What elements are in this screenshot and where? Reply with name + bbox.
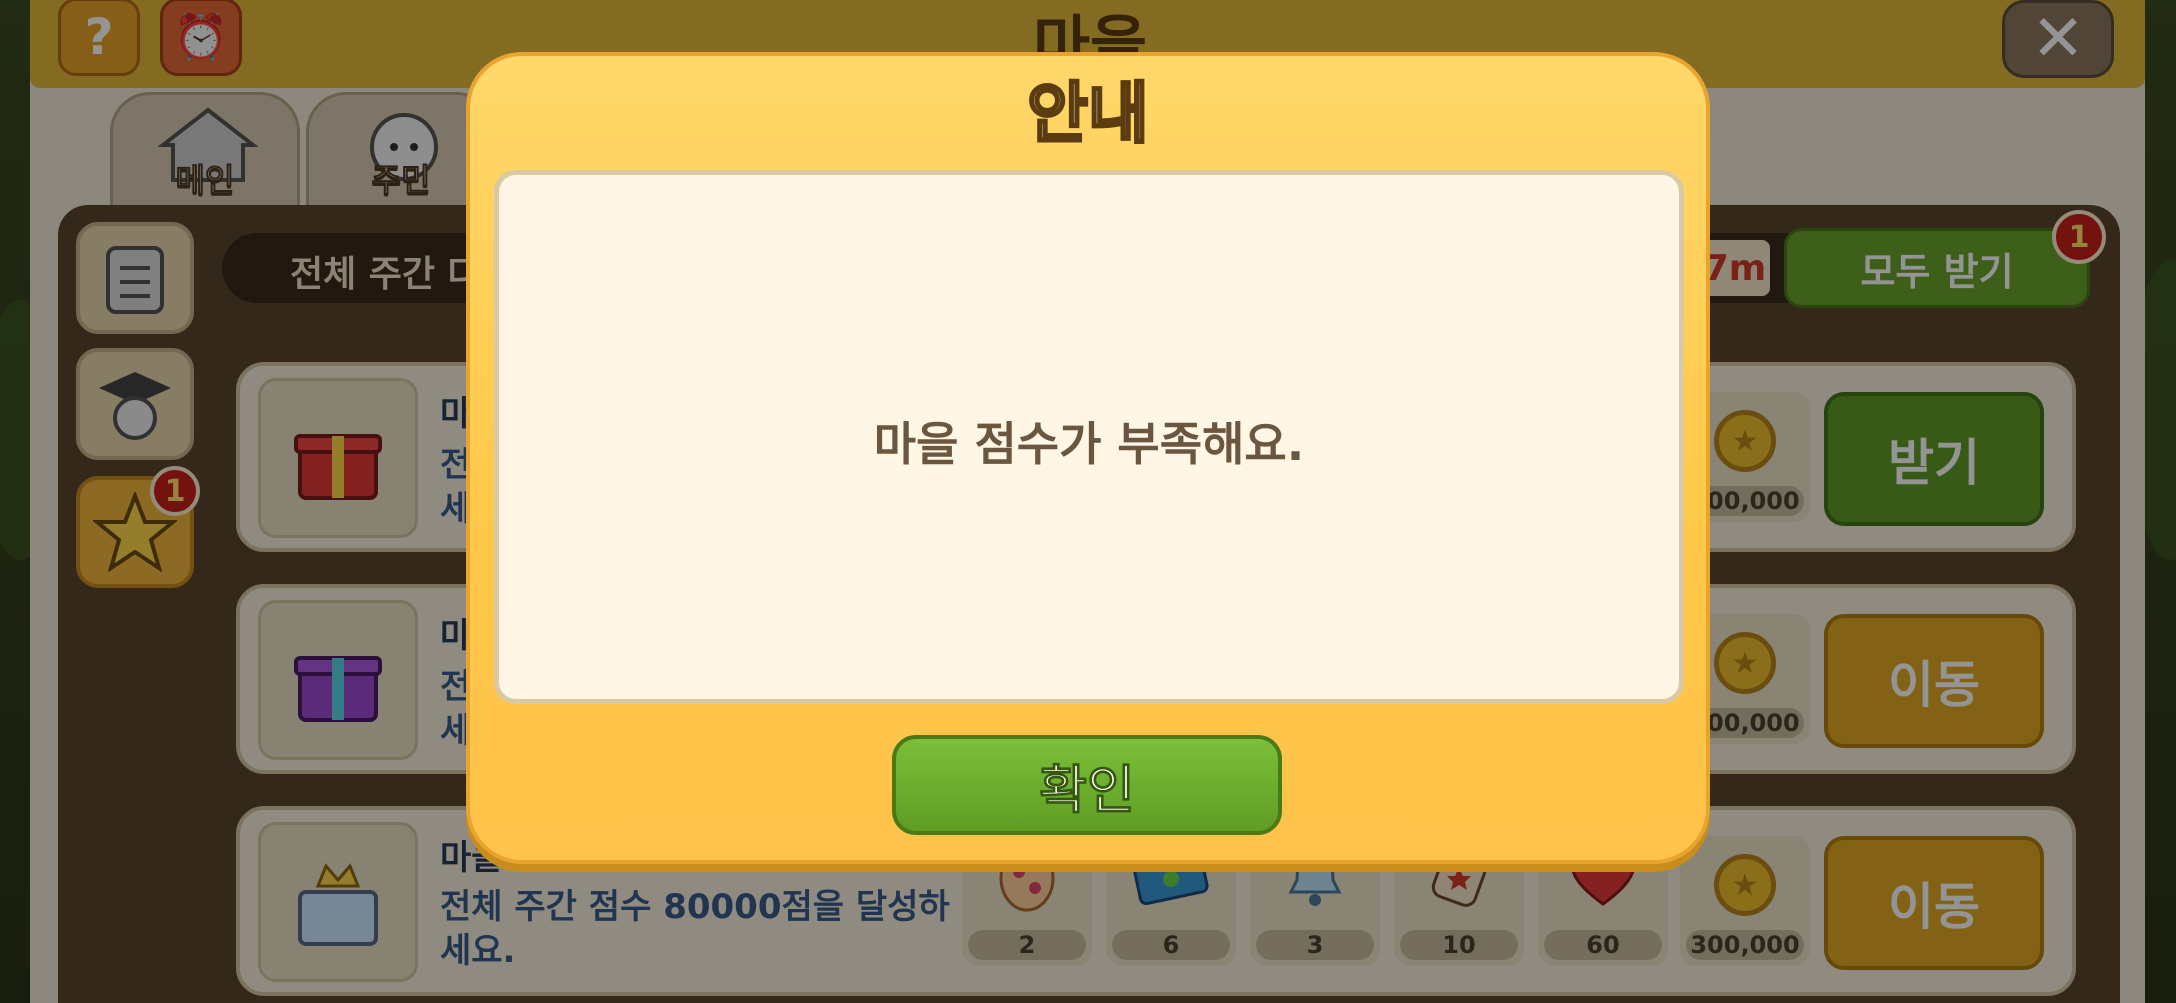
dialog-title: 안내	[1026, 74, 1150, 154]
confirm-button[interactable]: 확인	[892, 735, 1282, 835]
dialog-message: 마을 점수가 부족해요.	[873, 417, 1305, 471]
